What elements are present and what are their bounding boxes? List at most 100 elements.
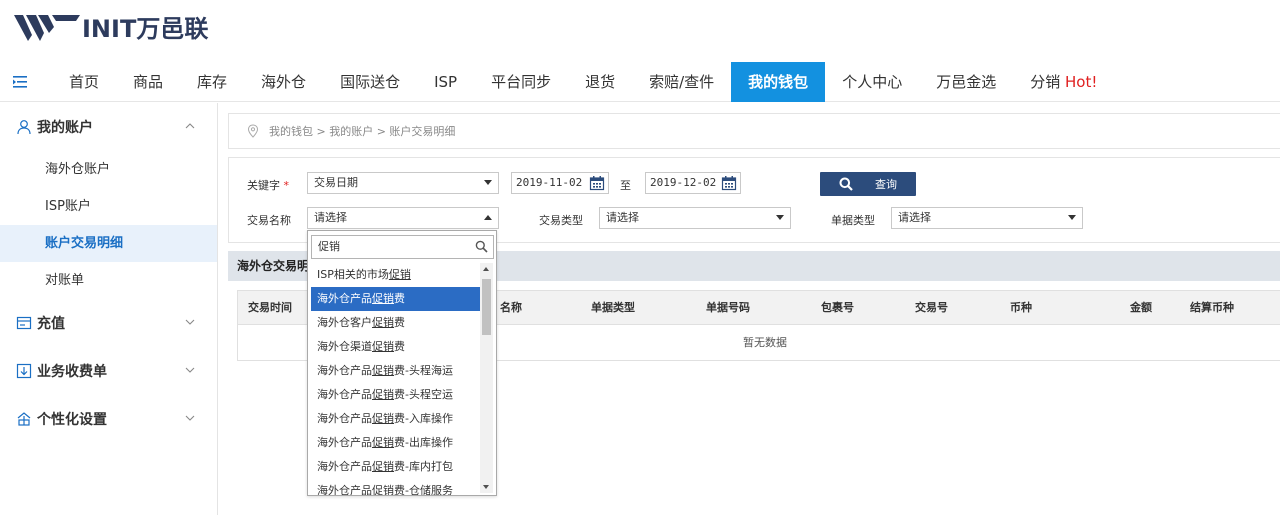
date-to-label: 至: [620, 179, 631, 192]
sidebar-item[interactable]: 账户交易明细: [0, 225, 217, 262]
table-header-cell[interactable]: 交易号: [915, 291, 948, 325]
breadcrumb-text: 我的钱包 > 我的账户 > 账户交易明细: [269, 125, 456, 138]
dropdown-search-input[interactable]: 促销: [311, 235, 494, 259]
logo-text: INIT万邑联: [82, 14, 209, 43]
chevron-down-icon: [484, 180, 492, 185]
dropdown-option[interactable]: 海外仓产品促销费-头程海运: [311, 359, 481, 383]
scroll-down-icon[interactable]: [483, 485, 489, 489]
menu-toggle-icon[interactable]: [12, 74, 28, 90]
dropdown-option[interactable]: 海外仓产品促销费-头程空运: [311, 383, 481, 407]
nav-items: 首页 商品 库存 海外仓 国际送仓 ISP 平台同步 退货 索赔/查件 我的钱包 个人中心 万邑金选分…: [52, 62, 1114, 102]
dropdown-option[interactable]: 海外仓产品促销费-仓储服务: [311, 479, 481, 495]
recharge-icon: [16, 316, 32, 330]
dropdown-options: ISP相关的市场促销 海外仓产品促销费 海外仓客户促销费 海外仓渠道促销费 海外仓产品促…: [311, 263, 481, 495]
sidebar-group-label: 个性化设置: [37, 412, 107, 428]
nav-item[interactable]: 平台同步: [474, 62, 568, 102]
query-button[interactable]: 查询: [820, 172, 916, 196]
search-icon: [475, 240, 488, 253]
bill-icon: [16, 363, 32, 379]
nav-item[interactable]: 分销 Hot!: [1013, 62, 1114, 102]
breadcrumb: 我的钱包 > 我的账户 > 账户交易明细: [228, 113, 1280, 149]
nav-item-label: 个人中心: [842, 73, 903, 91]
table-header-cell[interactable]: 交易时间: [248, 291, 292, 325]
nav-item[interactable]: 索赔/查件: [632, 62, 731, 102]
brand-logo[interactable]: INIT万邑联: [14, 8, 208, 44]
hot-badge: Hot!: [1065, 73, 1098, 91]
nav-item-label: 首页: [69, 73, 100, 91]
table-header-cell[interactable]: 金额: [1130, 291, 1152, 325]
nav-item-label: 库存: [197, 73, 228, 91]
nav-item[interactable]: 退货: [568, 62, 632, 102]
nav-item-label: 我的钱包: [748, 73, 809, 91]
sidebar-group[interactable]: 个性化设置: [0, 395, 217, 443]
dropdown-option[interactable]: 海外仓产品促销费-出库操作: [311, 431, 481, 455]
nav-item[interactable]: 我的钱包: [731, 62, 826, 102]
sidebar-group-label: 业务收费单: [37, 364, 107, 380]
nav-item-label: 国际送仓: [340, 73, 401, 91]
sidebar-item[interactable]: ISP账户: [0, 188, 217, 225]
dropdown-scrollbar[interactable]: [480, 263, 493, 493]
nav-item[interactable]: 万邑金选: [919, 62, 1013, 102]
nav-item[interactable]: 商品: [116, 62, 180, 102]
logo-mark-icon: [14, 15, 80, 41]
sidebar-group[interactable]: 我的账户: [0, 103, 217, 151]
keyword-select[interactable]: 交易日期: [307, 172, 499, 194]
main-nav: 首页 商品 库存 海外仓 国际送仓 ISP 平台同步 退货 索赔/查件 我的钱包 个人中心 万邑金选分…: [0, 62, 1280, 102]
trade-name-dropdown: 促销 ISP相关的市场促销 海外仓产品促销费 海外仓客户促销费 海外仓渠道促销费 海外仓…: [307, 230, 497, 496]
chevron-down-icon[interactable]: [185, 365, 195, 375]
table-header-cell[interactable]: 单据号码: [706, 291, 750, 325]
trade-name-label: 交易名称: [247, 214, 291, 227]
chevron-down-icon[interactable]: [185, 317, 195, 327]
sidebar-group-label: 充值: [37, 316, 65, 332]
trade-type-select[interactable]: 请选择: [599, 207, 791, 229]
scroll-up-icon[interactable]: [483, 267, 489, 271]
search-icon: [839, 177, 853, 191]
dropdown-option[interactable]: ISP相关的市场促销: [311, 263, 481, 287]
nav-item-label: 退货: [585, 73, 616, 91]
doc-type-label: 单据类型: [831, 214, 875, 227]
nav-item[interactable]: 个人中心: [825, 62, 919, 102]
sidebar-group[interactable]: 业务收费单: [0, 347, 217, 395]
nav-item-label: 海外仓: [261, 73, 307, 91]
dropdown-option[interactable]: 海外仓产品促销费-库内打包: [311, 455, 481, 479]
scroll-thumb[interactable]: [482, 279, 491, 335]
chevron-up-icon[interactable]: [185, 121, 195, 131]
user-icon: [17, 120, 31, 135]
sidebar-item[interactable]: 海外仓账户: [0, 151, 217, 188]
table-header-cell[interactable]: 单据类型: [591, 291, 635, 325]
doc-type-select[interactable]: 请选择: [891, 207, 1083, 229]
nav-item-label: ISP: [434, 73, 458, 91]
calendar-icon[interactable]: [721, 175, 737, 191]
dropdown-option[interactable]: 海外仓客户促销费: [311, 311, 481, 335]
dropdown-option[interactable]: 海外仓渠道促销费: [311, 335, 481, 359]
chevron-up-icon: [484, 215, 492, 220]
table-header-cell[interactable]: 币种: [1010, 291, 1032, 325]
sidebar-item[interactable]: 对账单: [0, 262, 217, 299]
dropdown-option[interactable]: 海外仓产品促销费-入库操作: [311, 407, 481, 431]
trade-type-label: 交易类型: [539, 214, 583, 227]
table-header-cell[interactable]: 结算币种: [1190, 291, 1234, 325]
nav-item[interactable]: ISP: [417, 62, 474, 102]
nav-item-label: 商品: [133, 73, 164, 91]
sidebar-group[interactable]: 充值: [0, 299, 217, 347]
chevron-down-icon[interactable]: [185, 413, 195, 423]
date-to-field[interactable]: 2019-12-02: [645, 172, 741, 194]
table-header-cell[interactable]: 包裹号: [821, 291, 854, 325]
chevron-down-icon: [1068, 215, 1076, 220]
table-header-cell[interactable]: 名称: [500, 291, 522, 325]
nav-item-label: 分销: [1030, 73, 1061, 91]
nav-item[interactable]: 库存: [180, 62, 244, 102]
nav-item-label: 平台同步: [491, 73, 552, 91]
calendar-icon[interactable]: [589, 175, 605, 191]
dropdown-option[interactable]: 海外仓产品促销费: [311, 287, 481, 311]
date-from-field[interactable]: 2019-11-02: [511, 172, 609, 194]
sidebar-group-label: 我的账户: [37, 120, 93, 136]
nav-item[interactable]: 国际送仓: [323, 62, 417, 102]
settings-icon: [17, 412, 31, 426]
trade-name-select[interactable]: 请选择: [307, 207, 499, 229]
nav-item[interactable]: 海外仓: [244, 62, 323, 102]
nav-item[interactable]: 首页: [52, 62, 116, 102]
nav-item-label: 索赔/查件: [649, 73, 715, 91]
sidebar: 我的账户海外仓账户 ISP账户 账户交易明细 对账单充值业务收费单个性化设置: [0, 103, 218, 515]
keyword-label: 关键字 *: [247, 179, 289, 192]
